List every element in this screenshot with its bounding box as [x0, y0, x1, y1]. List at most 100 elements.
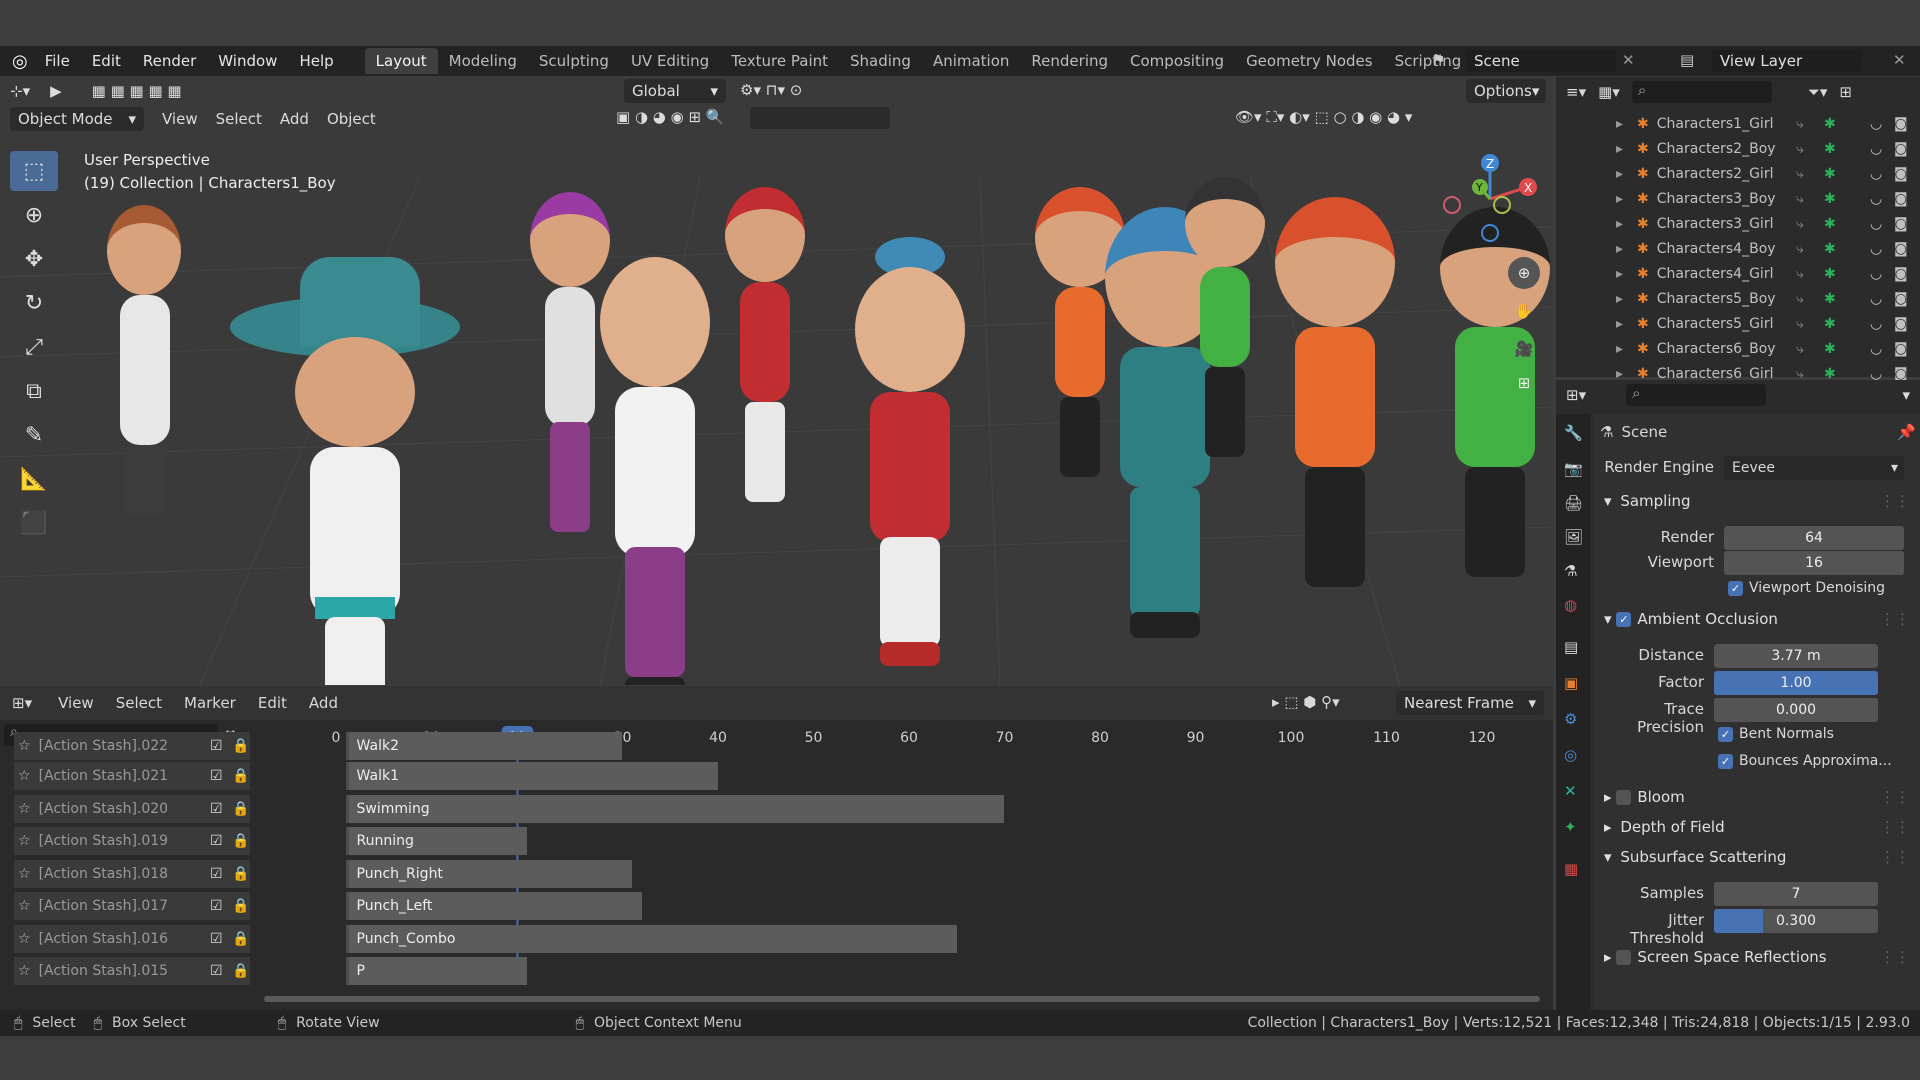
expand-arrow-icon[interactable]: ▸ [1616, 141, 1623, 157]
star-icon[interactable]: ☆ [18, 768, 31, 784]
constraints-tab-icon[interactable]: ✦ [1564, 818, 1577, 836]
scene-tab-icon[interactable]: ⚗ [1564, 562, 1577, 580]
navigation-gizmo[interactable]: X Y Z [1440, 149, 1540, 249]
tab-scripting[interactable]: Scripting [1384, 48, 1473, 74]
nla-track[interactable]: ☆ [Action Stash].017 ☑ 🔒 [14, 892, 250, 920]
outliner-search[interactable]: ⌕ [1631, 81, 1772, 103]
select-mode-icons[interactable]: ▦ ▦ ▦ ▦ ▦ [92, 82, 182, 100]
ssr-checkbox[interactable] [1616, 949, 1632, 965]
object-tab-icon[interactable]: ▣ [1564, 674, 1578, 692]
menu-file[interactable]: File [34, 52, 81, 70]
character-figure[interactable] [1180, 177, 1270, 467]
render-camera-icon[interactable]: ◙ [1894, 266, 1908, 282]
visibility-icon[interactable]: ◡ [1870, 216, 1882, 232]
new-collection-icon[interactable]: ⊞ [1839, 83, 1852, 101]
expand-arrow-icon[interactable]: ▸ [1616, 166, 1623, 182]
render-camera-icon[interactable]: ◙ [1894, 216, 1908, 232]
editor-type-icon[interactable]: ⊹▾ [10, 82, 30, 100]
blender-logo-icon[interactable]: ◎ [12, 51, 28, 72]
add-cube-tool-icon[interactable]: ⬛ [10, 503, 58, 543]
nla-track[interactable]: ☆ [Action Stash].021 ☑ 🔒 [14, 762, 250, 790]
expand-arrow-icon[interactable]: ▸ [1616, 266, 1623, 282]
sss-panel-header[interactable]: ▾ Subsurface Scattering ⋮⋮ [1604, 848, 1910, 866]
nla-menu-edit[interactable]: Edit [258, 694, 287, 712]
visibility-icon[interactable]: ◡ [1870, 166, 1882, 182]
expand-arrow-icon[interactable]: ▸ [1616, 116, 1623, 132]
character-figure[interactable] [850, 237, 970, 667]
close-view-layer-icon[interactable]: ✕ [1893, 51, 1906, 69]
render-samples-field[interactable]: 64 [1724, 526, 1904, 550]
scale-tool-icon[interactable]: ⤢ [10, 327, 58, 367]
move-tool-icon[interactable]: ✥ [10, 239, 58, 279]
select-box-tool-icon[interactable]: ⬚ [10, 151, 58, 191]
outliner-item[interactable]: ▸ ✱ Characters2_Boy ⤷ ✱ ◡ ◙ [1556, 136, 1920, 161]
lock-icon[interactable]: 🔒 [232, 898, 249, 914]
lock-icon[interactable]: 🔒 [232, 833, 249, 849]
overlay-icons[interactable]: 👁▾ ⛶▾ ◐▾ ⬚ ○ ◑ ◉ ◕ ▾ [1235, 108, 1412, 126]
visibility-icon[interactable]: ◡ [1870, 116, 1882, 132]
nla-menu-add[interactable]: Add [309, 694, 338, 712]
expand-arrow-icon[interactable]: ▸ [1616, 191, 1623, 207]
outliner-item[interactable]: ▸ ✱ Characters1_Girl ⤷ ✱ ◡ ◙ [1556, 111, 1920, 136]
transform-orientation[interactable]: Global ▾ [624, 79, 726, 103]
checkbox-check-icon[interactable]: ☑ [210, 931, 223, 947]
sampling-panel-header[interactable]: ▾ Sampling ⋮⋮ [1604, 492, 1910, 510]
select-tool-icon[interactable]: ▶ [50, 82, 62, 100]
cursor-tool-icon[interactable]: ⊕ [10, 195, 58, 235]
nla-action-strip[interactable]: P [345, 957, 527, 985]
grid-view-icon[interactable]: ⊞ [1508, 367, 1540, 399]
character-figure[interactable] [1265, 197, 1405, 597]
menu-edit[interactable]: Edit [81, 52, 132, 70]
tab-texture-paint[interactable]: Texture Paint [720, 48, 839, 74]
world-tab-icon[interactable]: ◍ [1564, 596, 1577, 614]
lock-icon[interactable]: 🔒 [232, 738, 249, 754]
close-scene-icon[interactable]: ✕ [1622, 51, 1635, 69]
jitter-threshold-slider[interactable]: 0.300 [1714, 909, 1878, 933]
lock-icon[interactable]: 🔒 [232, 801, 249, 817]
tab-uv-editing[interactable]: UV Editing [620, 48, 720, 74]
nla-menu-select[interactable]: Select [116, 694, 162, 712]
nla-action-strip[interactable]: Punch_Left [345, 892, 642, 920]
output-tab-icon[interactable]: 🖨 [1564, 494, 1583, 512]
tab-compositing[interactable]: Compositing [1119, 48, 1235, 74]
properties-editor-icon[interactable]: ⊞▾ [1566, 386, 1586, 404]
star-icon[interactable]: ☆ [18, 963, 31, 979]
ao-panel-header[interactable]: ▾ ✓ Ambient Occlusion ⋮⋮ [1604, 610, 1910, 628]
display-mode-icon[interactable]: ▦▾ [1598, 83, 1620, 101]
sss-samples-field[interactable]: 7 [1714, 882, 1878, 906]
render-camera-icon[interactable]: ◙ [1894, 241, 1908, 257]
ssr-panel-header[interactable]: ▸ Screen Space Reflections ⋮⋮ [1604, 948, 1910, 966]
collection-tab-icon[interactable]: ▤ [1564, 638, 1578, 656]
nla-action-strip[interactable]: Running [345, 827, 527, 855]
nla-action-strip[interactable]: Punch_Combo [345, 925, 957, 953]
outliner-item[interactable]: ▸ ✱ Characters3_Girl ⤷ ✱ ◡ ◙ [1556, 211, 1920, 236]
menu-help[interactable]: Help [288, 52, 344, 70]
visibility-icon[interactable]: ◡ [1870, 291, 1882, 307]
nla-action-strip[interactable]: Swimming [345, 795, 1005, 823]
outliner-item[interactable]: ▸ ✱ Characters2_Girl ⤷ ✱ ◡ ◙ [1556, 161, 1920, 186]
outliner-item[interactable]: ▸ ✱ Characters5_Girl ⤷ ✱ ◡ ◙ [1556, 311, 1920, 336]
character-figure[interactable] [95, 205, 185, 525]
menu-window[interactable]: Window [207, 52, 288, 70]
select-menu[interactable]: Select [216, 110, 262, 128]
star-icon[interactable]: ☆ [18, 931, 31, 947]
tab-modeling[interactable]: Modeling [438, 48, 528, 74]
outliner-editor-icon[interactable]: ≡▾ [1566, 83, 1586, 101]
nla-track[interactable]: ☆ [Action Stash].019 ☑ 🔒 [14, 827, 250, 855]
tab-layout[interactable]: Layout [364, 48, 438, 74]
visibility-icon[interactable]: ◡ [1870, 141, 1882, 157]
properties-search[interactable]: ⌕ [1626, 384, 1767, 406]
expand-arrow-icon[interactable]: ▸ [1616, 291, 1623, 307]
ao-factor-field[interactable]: 1.00 [1714, 671, 1878, 695]
render-camera-icon[interactable]: ◙ [1894, 291, 1908, 307]
modifier-tab-icon[interactable]: ⚙ [1564, 710, 1577, 728]
rotate-tool-icon[interactable]: ↻ [10, 283, 58, 323]
star-icon[interactable]: ☆ [18, 801, 31, 817]
checkbox-check-icon[interactable]: ☑ [210, 801, 223, 817]
nla-track[interactable]: ☆ [Action Stash].018 ☑ 🔒 [14, 860, 250, 888]
ao-distance-field[interactable]: 3.77 m [1714, 644, 1878, 668]
tab-shading[interactable]: Shading [839, 48, 922, 74]
checkbox-check-icon[interactable]: ☑ [210, 866, 223, 882]
nla-track[interactable]: ☆ [Action Stash].022 ☑ 🔒 [14, 732, 250, 760]
character-figure[interactable] [590, 257, 720, 685]
